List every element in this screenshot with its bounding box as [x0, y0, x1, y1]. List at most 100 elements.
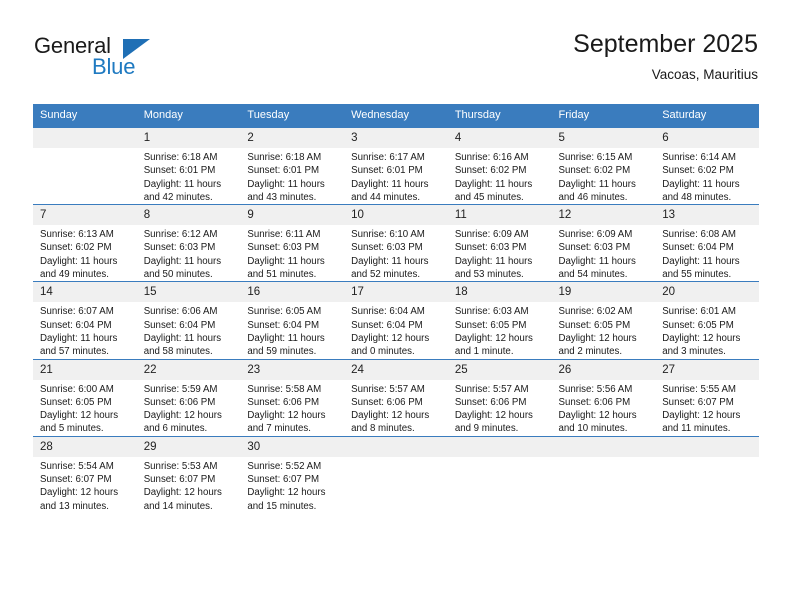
day-cell[interactable]: 10 Sunrise: 6:10 AM Sunset: 6:03 PM Dayl…: [344, 204, 448, 282]
day-details: Sunrise: 5:59 AM Sunset: 6:06 PM Dayligh…: [137, 380, 241, 436]
sunrise-text: Sunrise: 6:14 AM: [662, 152, 736, 163]
day-cell[interactable]: 24 Sunrise: 5:57 AM Sunset: 6:06 PM Dayl…: [344, 358, 448, 437]
day-cell[interactable]: 26 Sunrise: 5:56 AM Sunset: 6:06 PM Dayl…: [551, 358, 656, 437]
day-cell[interactable]: 11 Sunrise: 6:09 AM Sunset: 6:03 PM Dayl…: [447, 204, 552, 282]
day-cell[interactable]: 9 Sunrise: 6:11 AM Sunset: 6:03 PM Dayli…: [240, 204, 345, 282]
daylight-text: Daylight: 11 hours and 43 minutes.: [247, 178, 325, 203]
day-details: Sunrise: 6:18 AM Sunset: 6:01 PM Dayligh…: [240, 148, 344, 204]
sunrise-text: Sunrise: 6:04 AM: [351, 306, 425, 318]
day-details: Sunrise: 6:00 AM Sunset: 6:05 PM Dayligh…: [33, 380, 137, 436]
calendar-week-row: 14 Sunrise: 6:07 AM Sunset: 6:04 PM Dayl…: [33, 281, 759, 360]
day-details: Sunrise: 5:57 AM Sunset: 6:06 PM Dayligh…: [448, 380, 552, 436]
day-number: 17: [344, 282, 448, 303]
daylight-text: Daylight: 11 hours and 51 minutes.: [247, 255, 325, 281]
daylight-text: Daylight: 12 hours and 11 minutes.: [662, 410, 741, 435]
day-cell[interactable]: 6 Sunrise: 6:14 AM Sunset: 6:02 PM Dayli…: [655, 126, 759, 205]
calendar-week-row: 28 Sunrise: 5:54 AM Sunset: 6:07 PM Dayl…: [33, 435, 759, 513]
day-cell[interactable]: 21 Sunrise: 6:00 AM Sunset: 6:05 PM Dayl…: [33, 358, 137, 437]
sunrise-text: Sunrise: 6:09 AM: [454, 229, 529, 241]
day-number: 24: [344, 359, 448, 380]
daylight-text: Daylight: 12 hours and 15 minutes.: [247, 487, 326, 512]
day-cell[interactable]: 28 Sunrise: 5:54 AM Sunset: 6:07 PM Dayl…: [33, 435, 137, 513]
daylight-text: Daylight: 11 hours and 46 minutes.: [558, 178, 636, 203]
sunrise-text: Sunrise: 6:17 AM: [351, 152, 425, 163]
day-cell[interactable]: 19 Sunrise: 6:02 AM Sunset: 6:05 PM Dayl…: [551, 281, 656, 360]
day-cell[interactable]: 12 Sunrise: 6:09 AM Sunset: 6:03 PM Dayl…: [551, 204, 656, 282]
day-details: Sunrise: 6:15 AM Sunset: 6:02 PM Dayligh…: [552, 148, 656, 204]
day-details: Sunrise: 6:01 AM Sunset: 6:05 PM Dayligh…: [655, 302, 759, 358]
day-cell[interactable]: 5 Sunrise: 6:15 AM Sunset: 6:02 PM Dayli…: [551, 126, 656, 205]
day-cell[interactable]: 29 Sunrise: 5:53 AM Sunset: 6:07 PM Dayl…: [136, 435, 241, 513]
day-cell[interactable]: 3 Sunrise: 6:17 AM Sunset: 6:01 PM Dayli…: [344, 126, 448, 205]
day-number: [33, 128, 137, 148]
day-cell[interactable]: [344, 435, 448, 513]
sunset-text: Sunset: 6:03 PM: [454, 242, 527, 254]
sunrise-text: Sunrise: 5:53 AM: [143, 460, 218, 472]
sunset-text: Sunset: 6:01 PM: [247, 165, 320, 177]
general-blue-logo[interactable]: General Blue: [34, 34, 214, 88]
day-cell[interactable]: 15 Sunrise: 6:06 AM Sunset: 6:04 PM Dayl…: [136, 281, 241, 360]
sunrise-text: Sunrise: 5:57 AM: [351, 383, 425, 395]
day-cell[interactable]: [33, 126, 137, 205]
day-cell[interactable]: 23 Sunrise: 5:58 AM Sunset: 6:06 PM Dayl…: [240, 358, 345, 437]
day-cell[interactable]: 16 Sunrise: 6:05 AM Sunset: 6:04 PM Dayl…: [240, 281, 345, 360]
sunset-text: Sunset: 6:07 PM: [40, 474, 112, 486]
sunset-text: Sunset: 6:07 PM: [662, 396, 734, 408]
day-number: 14: [33, 282, 137, 303]
sunset-text: Sunset: 6:02 PM: [454, 165, 527, 177]
sunset-text: Sunset: 6:05 PM: [662, 319, 734, 331]
day-cell[interactable]: 1 Sunrise: 6:18 AM Sunset: 6:01 PM Dayli…: [136, 126, 241, 205]
calendar-week-row: 7 Sunrise: 6:13 AM Sunset: 6:02 PM Dayli…: [33, 204, 759, 282]
day-cell[interactable]: 18 Sunrise: 6:03 AM Sunset: 6:05 PM Dayl…: [447, 281, 552, 360]
sunrise-text: Sunrise: 6:16 AM: [454, 152, 529, 163]
sunset-text: Sunset: 6:06 PM: [143, 396, 216, 408]
day-cell[interactable]: 14 Sunrise: 6:07 AM Sunset: 6:04 PM Dayl…: [33, 281, 137, 360]
sunset-text: Sunset: 6:02 PM: [662, 165, 734, 177]
weekday-header-row: Sunday Monday Tuesday Wednesday Thursday…: [33, 104, 759, 128]
day-cell[interactable]: 27 Sunrise: 5:55 AM Sunset: 6:07 PM Dayl…: [655, 358, 759, 437]
day-details: Sunrise: 5:55 AM Sunset: 6:07 PM Dayligh…: [655, 380, 759, 436]
day-cell[interactable]: 7 Sunrise: 6:13 AM Sunset: 6:02 PM Dayli…: [33, 204, 137, 282]
day-cell[interactable]: 2 Sunrise: 6:18 AM Sunset: 6:01 PM Dayli…: [240, 126, 345, 205]
sunset-text: Sunset: 6:07 PM: [143, 474, 216, 486]
sunset-text: Sunset: 6:03 PM: [143, 242, 216, 254]
sunrise-text: Sunrise: 6:08 AM: [662, 229, 736, 241]
day-cell[interactable]: 17 Sunrise: 6:04 AM Sunset: 6:04 PM Dayl…: [344, 281, 448, 360]
weekday-header-wednesday: Wednesday: [344, 104, 448, 128]
day-details: Sunrise: 6:08 AM Sunset: 6:04 PM Dayligh…: [655, 225, 759, 281]
sunrise-text: Sunrise: 5:57 AM: [454, 383, 529, 395]
day-number: 7: [33, 205, 137, 226]
weekday-header-thursday: Thursday: [447, 104, 552, 128]
daylight-text: Daylight: 11 hours and 49 minutes.: [40, 255, 118, 281]
day-cell[interactable]: 8 Sunrise: 6:12 AM Sunset: 6:03 PM Dayli…: [136, 204, 241, 282]
daylight-text: Daylight: 11 hours and 45 minutes.: [454, 178, 533, 203]
day-number: [655, 436, 759, 457]
day-number: [551, 436, 656, 457]
day-cell[interactable]: 30 Sunrise: 5:52 AM Sunset: 6:07 PM Dayl…: [240, 435, 345, 513]
day-details: Sunrise: 5:57 AM Sunset: 6:06 PM Dayligh…: [344, 380, 448, 436]
page-title: September 2025: [573, 30, 758, 58]
daylight-text: Daylight: 12 hours and 8 minutes.: [351, 410, 430, 435]
day-details: Sunrise: 6:06 AM Sunset: 6:04 PM Dayligh…: [137, 302, 241, 358]
day-cell[interactable]: 22 Sunrise: 5:59 AM Sunset: 6:06 PM Dayl…: [136, 358, 241, 437]
day-details: Sunrise: 6:16 AM Sunset: 6:02 PM Dayligh…: [448, 148, 552, 204]
day-details: Sunrise: 5:56 AM Sunset: 6:06 PM Dayligh…: [552, 380, 656, 436]
daylight-text: Daylight: 12 hours and 3 minutes.: [662, 332, 741, 358]
day-cell[interactable]: [655, 435, 759, 513]
day-cell[interactable]: 4 Sunrise: 6:16 AM Sunset: 6:02 PM Dayli…: [447, 126, 552, 205]
daylight-text: Daylight: 12 hours and 9 minutes.: [454, 410, 533, 435]
sunset-text: Sunset: 6:04 PM: [247, 319, 320, 331]
calendar-header-row: Sunday Monday Tuesday Wednesday Thursday…: [33, 104, 759, 128]
day-cell[interactable]: 25 Sunrise: 5:57 AM Sunset: 6:06 PM Dayl…: [447, 358, 552, 437]
sunset-text: Sunset: 6:06 PM: [351, 396, 423, 408]
sunrise-text: Sunrise: 6:13 AM: [40, 229, 114, 241]
day-cell[interactable]: [447, 435, 552, 513]
title-block: September 2025 Vacoas, Mauritius: [573, 28, 758, 83]
sunrise-text: Sunrise: 6:15 AM: [558, 152, 633, 163]
day-cell[interactable]: 20 Sunrise: 6:01 AM Sunset: 6:05 PM Dayl…: [655, 281, 759, 360]
day-cell[interactable]: 13 Sunrise: 6:08 AM Sunset: 6:04 PM Dayl…: [655, 204, 759, 282]
daylight-text: Daylight: 11 hours and 44 minutes.: [351, 178, 429, 203]
day-number: 26: [551, 359, 656, 380]
day-cell[interactable]: [551, 435, 656, 513]
day-number: 30: [240, 436, 345, 457]
